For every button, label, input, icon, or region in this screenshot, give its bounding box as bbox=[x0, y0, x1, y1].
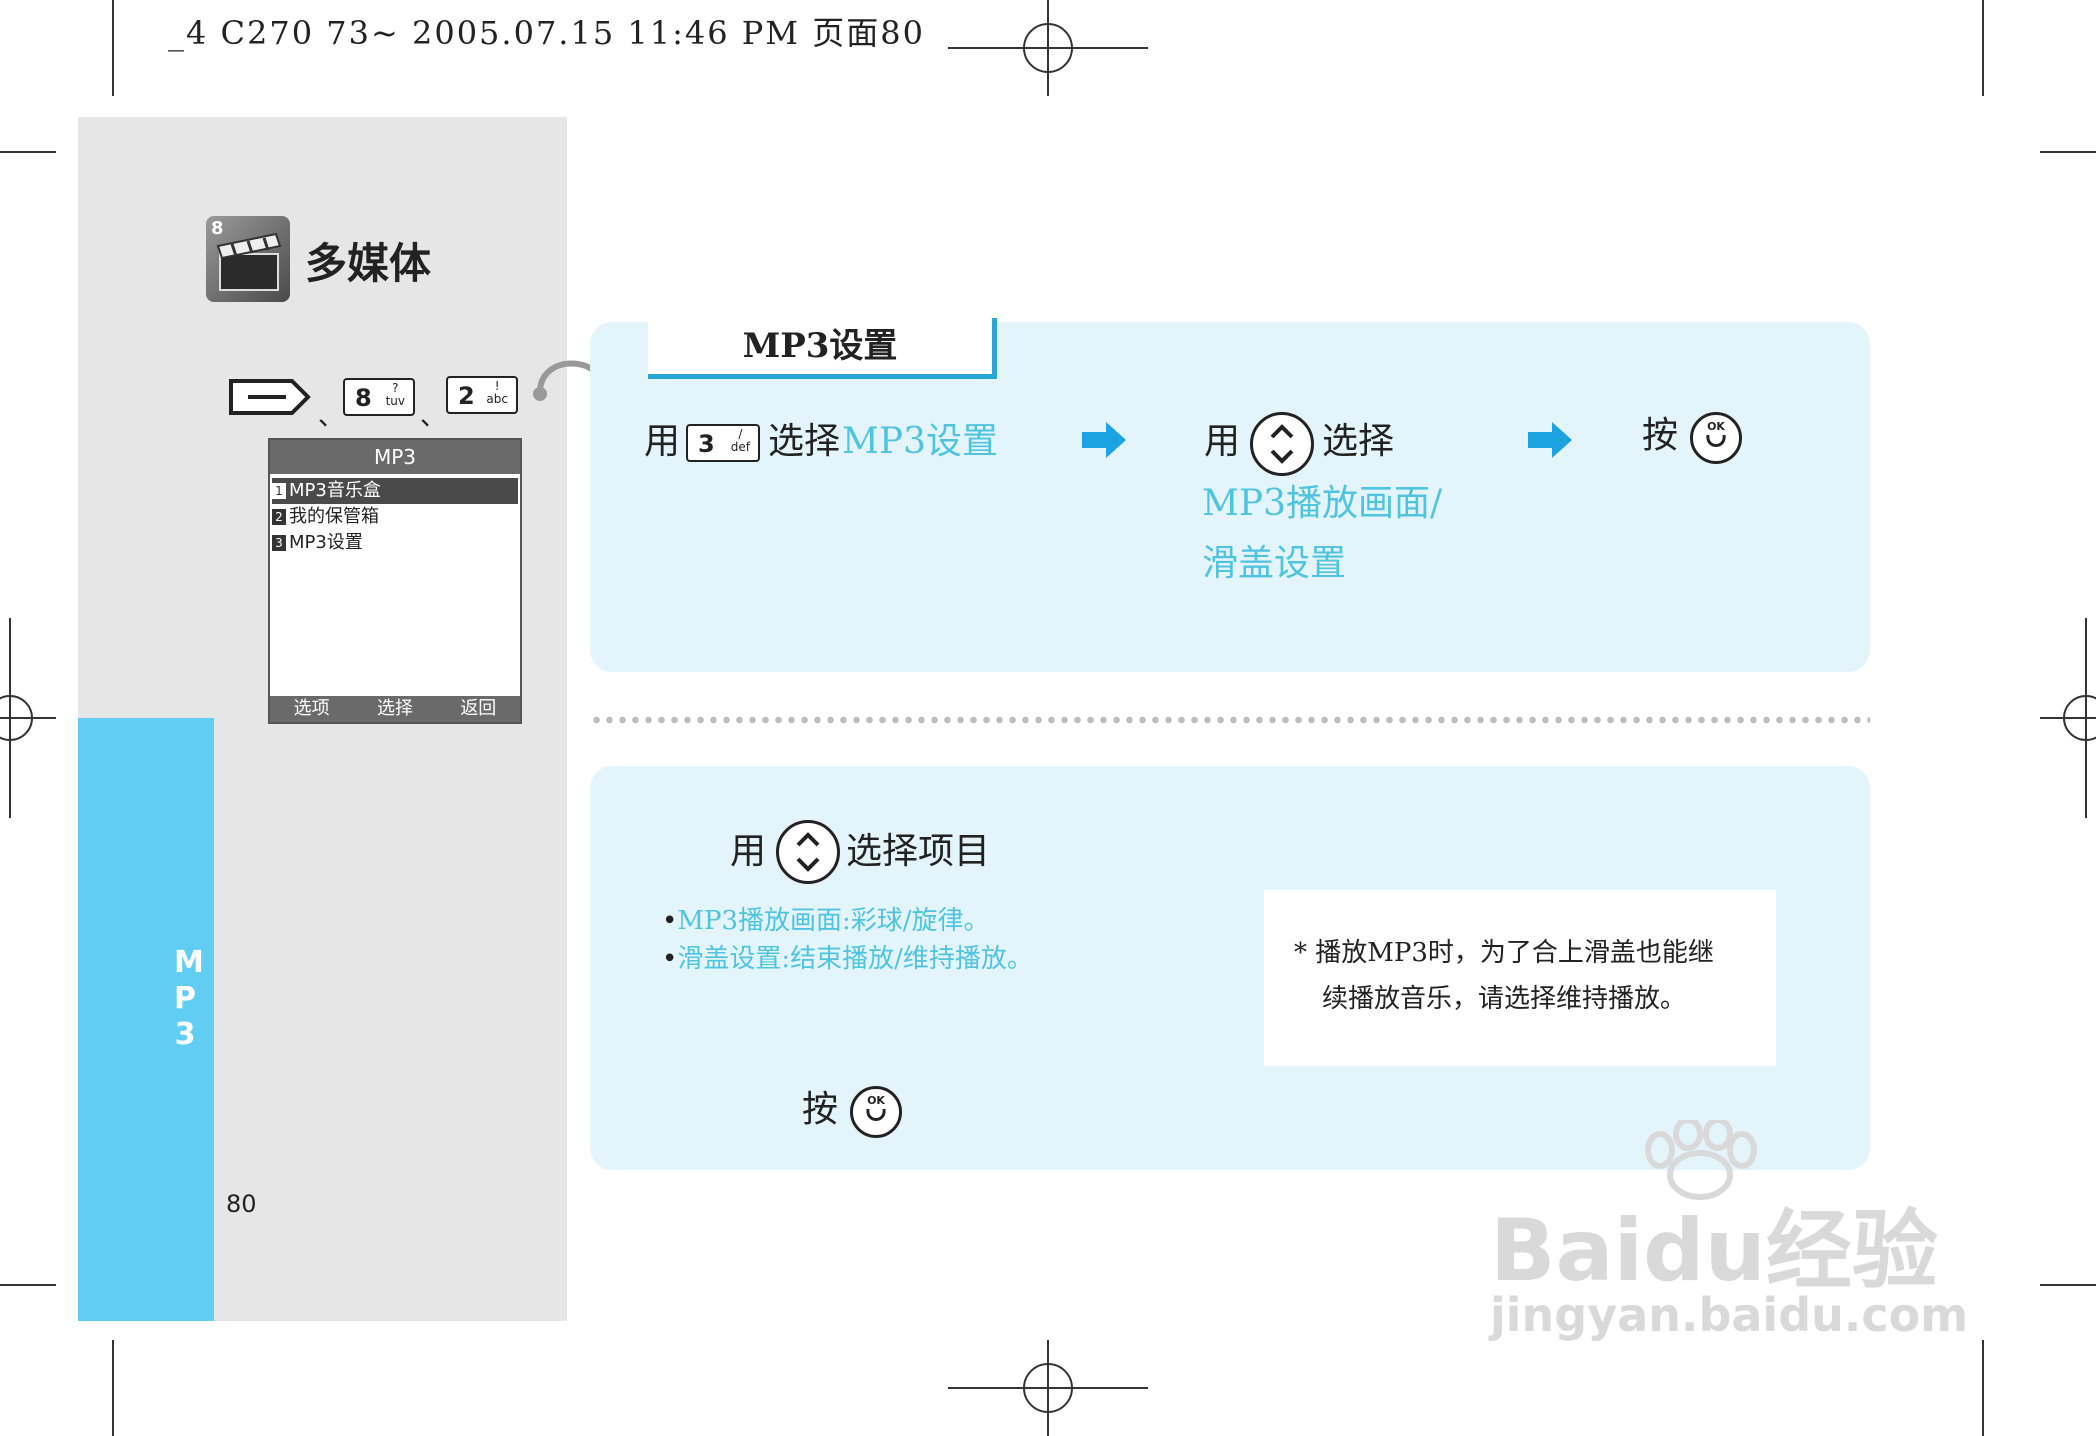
print-header: _4 C270 73~ 2005.07.15 11:46 PM 页面80 bbox=[168, 14, 925, 52]
navigation-key-icon bbox=[1250, 412, 1314, 476]
crop-mark bbox=[112, 1340, 114, 1436]
step1-prefix: 用 bbox=[644, 421, 681, 462]
item-index: 1 bbox=[272, 483, 286, 499]
bullet-dot: • bbox=[662, 906, 678, 936]
panel-title: MP3设置 bbox=[648, 318, 997, 379]
registration-mark-left bbox=[0, 618, 56, 818]
press-label: 按 bbox=[802, 1089, 839, 1130]
side-tab-text: MP3 bbox=[174, 945, 204, 1052]
icon-badge: 8 bbox=[211, 218, 224, 239]
step2-option-line2: 滑盖设置 bbox=[1202, 543, 1347, 584]
list-item[interactable]: 2 我的保管箱 bbox=[272, 504, 518, 530]
key-letters: / def bbox=[730, 427, 750, 454]
arrow-right-icon bbox=[1082, 422, 1126, 458]
key-letters: ? tuv bbox=[385, 381, 405, 408]
side-tab-label: MP3 bbox=[165, 945, 205, 1053]
list-item[interactable]: 1 MP3音乐盒 bbox=[272, 478, 518, 504]
step2-prefix: 用 bbox=[1204, 421, 1241, 462]
crop-mark bbox=[1982, 0, 1984, 96]
key-number: 8 bbox=[355, 384, 372, 412]
crop-mark bbox=[1982, 1340, 1984, 1436]
bullet-item: •滑盖设置:结束播放/维持播放。 bbox=[662, 940, 1033, 978]
note-line-1: * 播放MP3时，为了合上滑盖也能继 bbox=[1294, 938, 1714, 968]
dotted-divider bbox=[590, 716, 1870, 724]
bullet-value: 彩球/旋律。 bbox=[850, 906, 990, 936]
navigation-key-icon bbox=[776, 820, 840, 884]
instruction-prefix: 用 bbox=[730, 831, 767, 872]
ok-key-icon: OK bbox=[850, 1086, 902, 1138]
separator: 、 bbox=[420, 402, 447, 432]
separator: 、 bbox=[318, 402, 345, 432]
section-title: 多媒体 bbox=[305, 239, 432, 288]
item-label: 我的保管箱 bbox=[289, 506, 379, 527]
key-letters: ! abc bbox=[486, 379, 508, 406]
registration-mark-top bbox=[948, 0, 1148, 96]
bullet-label: 滑盖设置: bbox=[677, 944, 791, 974]
key-8-icon: 8 ? tuv bbox=[343, 378, 415, 416]
item-index: 3 bbox=[272, 535, 286, 551]
crop-mark bbox=[112, 0, 114, 96]
registration-mark-bottom bbox=[948, 1340, 1148, 1436]
key-number: 3 bbox=[698, 430, 715, 458]
multimedia-icon: 8 bbox=[206, 216, 290, 302]
softkey-back[interactable]: 返回 bbox=[460, 696, 496, 722]
instruction-suffix: 选择项目 bbox=[846, 831, 991, 872]
key-3-icon: 3 /def bbox=[686, 424, 760, 462]
softkey-select[interactable]: 选择 bbox=[377, 696, 413, 722]
watermark-line1: Baidu经验 bbox=[1490, 1201, 1938, 1301]
ok-key-icon: OK bbox=[1690, 412, 1742, 464]
step1-highlight: MP3设置 bbox=[842, 421, 998, 462]
arrow-right-icon bbox=[1528, 422, 1572, 458]
key-number: 2 bbox=[458, 382, 475, 410]
key-2-icon: 2 ! abc bbox=[446, 376, 518, 414]
item-label: MP3设置 bbox=[289, 532, 363, 553]
item-label: MP3音乐盒 bbox=[289, 480, 381, 501]
step2-middle: 选择 bbox=[1322, 421, 1395, 462]
note-box: * 播放MP3时，为了合上滑盖也能继 续播放音乐，请选择维持播放。 bbox=[1264, 890, 1776, 1066]
bullet-dot: • bbox=[662, 944, 678, 974]
softkey-bar: 选项 选择 返回 bbox=[270, 696, 520, 722]
registration-mark-right bbox=[2040, 618, 2096, 818]
crop-mark bbox=[2040, 151, 2096, 153]
screen-title: MP3 bbox=[270, 440, 520, 474]
step2-option-line1: MP3播放画面/ bbox=[1202, 483, 1443, 524]
watermark-line2: jingyan.baidu.com bbox=[1490, 1288, 1969, 1342]
bullet-value: 结束播放/维持播放。 bbox=[790, 944, 1033, 974]
menu-key-icon bbox=[228, 376, 312, 422]
phone-screen: MP3 1 MP3音乐盒 2 我的保管箱 3 MP3设置 选项 选择 返回 bbox=[268, 438, 522, 724]
step3-prefix: 按 bbox=[1642, 415, 1679, 456]
list-item[interactable]: 3 MP3设置 bbox=[272, 530, 518, 556]
crop-mark bbox=[2040, 1284, 2096, 1286]
crop-mark bbox=[0, 151, 56, 153]
softkey-options[interactable]: 选项 bbox=[294, 696, 330, 722]
bullet-item: •MP3播放画面:彩球/旋律。 bbox=[662, 902, 990, 940]
item-index: 2 bbox=[272, 509, 286, 525]
page-number: 80 bbox=[226, 1190, 257, 1218]
note-line-2: 续播放音乐，请选择维持播放。 bbox=[1322, 984, 1687, 1014]
crop-mark bbox=[0, 1284, 56, 1286]
bullet-label: MP3播放画面: bbox=[677, 906, 851, 936]
step1-middle: 选择 bbox=[768, 421, 841, 462]
